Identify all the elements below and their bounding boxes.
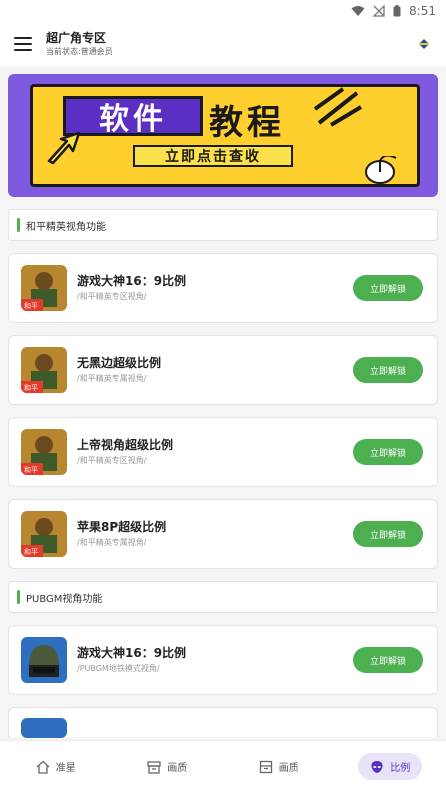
burst-icon [313, 87, 363, 127]
nav-label: 画质 [167, 763, 188, 774]
list-item: 和平 游戏大神16：9比例 /和平精英专区视角/ 立即解锁 [8, 253, 438, 323]
pubg-mobile-game-icon: 和平 [21, 265, 67, 311]
archive-icon [259, 760, 272, 773]
item-title: 苹果8P超级比例 [77, 520, 167, 534]
section-title: 和平精英视角功能 [26, 221, 106, 233]
item-subtitle: /和平精英专区视角/ [77, 292, 147, 301]
unlock-button[interactable]: 立即解锁 [353, 439, 423, 465]
pubgm-helmet-icon [21, 718, 67, 738]
unlock-button[interactable]: 立即解锁 [353, 357, 423, 383]
list-item: 和平 上帝视角超级比例 /和平精英专区视角/ 立即解锁 [8, 417, 438, 487]
page-title: 超广角专区 [46, 31, 107, 45]
item-subtitle: /和平精英专区视角/ [77, 456, 147, 465]
item-subtitle: /和平精英专属视角/ [77, 538, 147, 547]
list-item-partial [8, 707, 438, 738]
diamond-icon[interactable] [416, 36, 432, 52]
banner-heading-right: 教程 [209, 103, 285, 143]
pubg-mobile-game-icon: 和平 [21, 347, 67, 393]
battery-icon [393, 5, 401, 17]
banner-cta: 立即点击查收 [133, 145, 293, 167]
banner-heading-left: 软件 [63, 96, 203, 137]
list-item: 和平 苹果8P超级比例 /和平精英专属视角/ 立即解锁 [8, 499, 438, 569]
item-subtitle: /PUBGM地铁模式视角/ [77, 664, 160, 673]
item-title: 游戏大神16：9比例 [77, 274, 187, 288]
menu-icon[interactable] [14, 37, 32, 51]
pubgm-helmet-icon [21, 637, 67, 683]
pubg-mobile-game-icon: 和平 [21, 429, 67, 475]
list-item: 和平 无黑边超级比例 /和平精英专属视角/ 立即解锁 [8, 335, 438, 405]
app-screen: 8:51 超广角专区 当前状态:普通会员 软件 教程 立即点击查收 和平精英视角… [0, 0, 446, 792]
item-title: 无黑边超级比例 [77, 356, 162, 370]
bottom-nav: 准星 画质 画质 比例 [0, 740, 446, 792]
nav-item-quality-2[interactable]: 画质 [247, 753, 311, 780]
status-bar: 8:51 [0, 0, 446, 22]
unlock-button[interactable]: 立即解锁 [353, 521, 423, 547]
svg-text:和平: 和平 [24, 547, 38, 556]
wifi-icon [351, 5, 365, 17]
nav-label: 准星 [55, 763, 76, 774]
cursor-arrow-icon [47, 131, 81, 165]
alien-icon [371, 760, 383, 773]
pubg-mobile-game-icon: 和平 [21, 511, 67, 557]
clock-text: 8:51 [409, 4, 436, 18]
section-header: 和平精英视角功能 [8, 209, 438, 241]
nav-label: 画质 [278, 763, 299, 774]
app-bar: 超广角专区 当前状态:普通会员 [0, 22, 446, 66]
box-icon [147, 760, 161, 774]
section-accent-bar [17, 590, 20, 604]
nav-label: 比例 [390, 763, 411, 774]
item-title: 上帝视角超级比例 [77, 438, 174, 452]
no-signal-icon [373, 5, 385, 17]
membership-status: 当前状态:普通会员 [46, 47, 113, 56]
nav-item-ratio[interactable]: 比例 [358, 753, 423, 780]
nav-item-crosshair[interactable]: 准星 [24, 753, 88, 780]
svg-text:和平: 和平 [24, 301, 38, 310]
list-item: 游戏大神16：9比例 /PUBGM地铁模式视角/ 立即解锁 [8, 625, 438, 695]
mouse-icon [365, 156, 397, 184]
tutorial-banner[interactable]: 软件 教程 立即点击查收 [8, 74, 438, 197]
unlock-button[interactable]: 立即解锁 [353, 647, 423, 673]
item-title: 游戏大神16：9比例 [77, 646, 187, 660]
home-icon [36, 760, 50, 774]
item-subtitle: /和平精英专属视角/ [77, 374, 147, 383]
section-title: PUBGM视角功能 [26, 593, 103, 605]
nav-item-quality-1[interactable]: 画质 [135, 753, 199, 780]
unlock-button[interactable]: 立即解锁 [353, 275, 423, 301]
svg-text:和平: 和平 [24, 465, 38, 474]
section-accent-bar [17, 218, 20, 232]
section-header: PUBGM视角功能 [8, 581, 438, 613]
svg-text:和平: 和平 [24, 383, 38, 392]
